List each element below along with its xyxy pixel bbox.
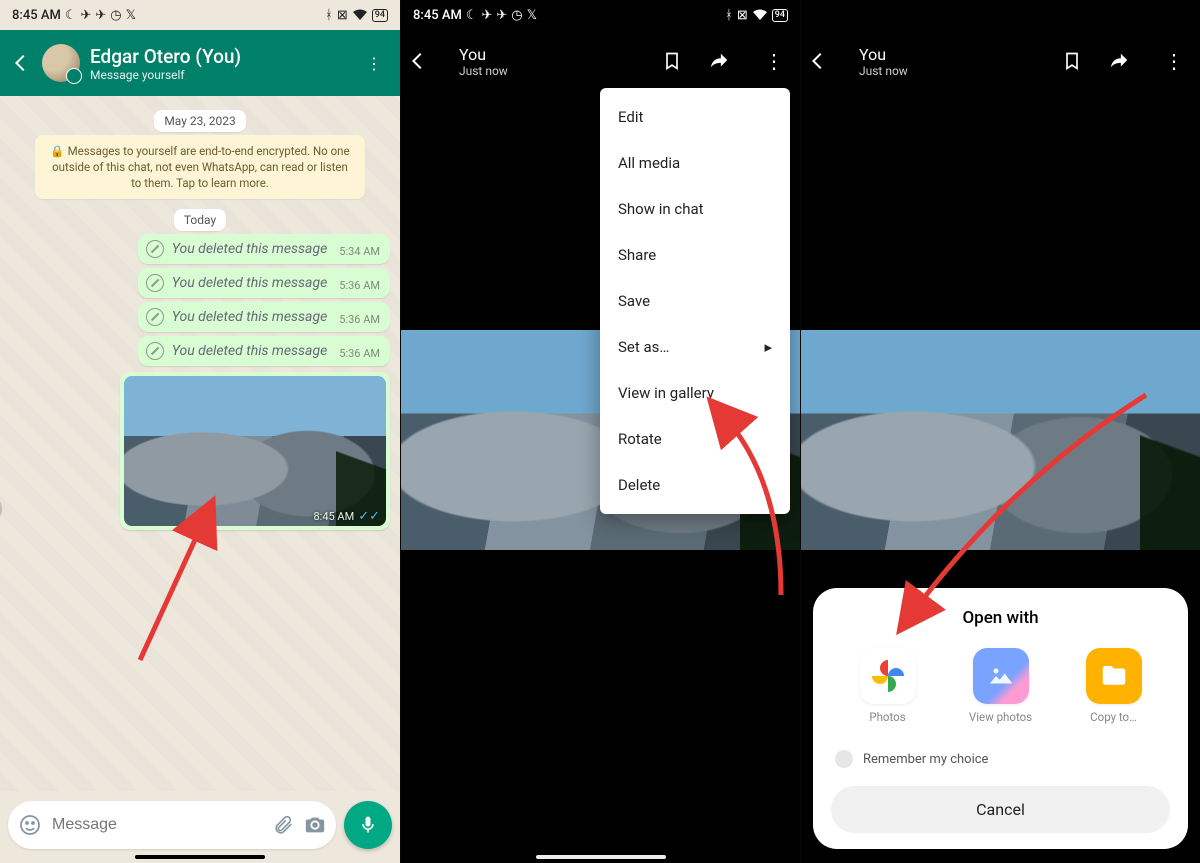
avatar[interactable] <box>42 44 80 82</box>
vibrate-icon: ✈︎ <box>80 8 91 23</box>
app-label: Photos <box>869 710 905 724</box>
blocked-icon <box>146 274 164 292</box>
app-label: Copy to… <box>1090 710 1137 724</box>
gallery-icon <box>973 648 1029 704</box>
telegram-icon: ✈ <box>95 8 106 23</box>
more-icon[interactable]: ⋮ <box>754 49 794 73</box>
back-icon[interactable] <box>807 50 847 72</box>
media-title: You <box>859 45 1056 64</box>
app-view-photos[interactable]: View photos <box>961 648 1041 724</box>
more-icon[interactable]: ⋮ <box>358 46 390 81</box>
deleted-message[interactable]: You deleted this message5:34 AM <box>138 234 390 264</box>
media-header: You Just now ⋮ <box>401 30 800 92</box>
blocked-icon <box>146 240 164 258</box>
remember-label: Remember my choice <box>863 752 988 767</box>
folder-icon <box>1086 648 1142 704</box>
wifi-icon <box>352 9 368 21</box>
chat-header: Edgar Otero (You) Message yourself ⋮ <box>0 30 400 96</box>
deleted-message[interactable]: You deleted this message5:36 AM <box>138 302 390 332</box>
telegram-icon: ✈ <box>496 8 507 23</box>
forward-icon[interactable] <box>1108 50 1148 72</box>
forward-icon[interactable] <box>0 494 2 524</box>
statusbar: 8:45 AM ☾ ✈︎ ✈ ◷ 𝕏 ᚼ ⊠ 94 <box>0 0 400 30</box>
camera-icon[interactable] <box>304 814 326 836</box>
forward-icon[interactable] <box>708 50 748 72</box>
message-input-container <box>8 801 336 849</box>
panel-open-with-sheet: You Just now ⋮ Open with Photos View pho… <box>800 0 1200 863</box>
deleted-message[interactable]: You deleted this message5:36 AM <box>138 268 390 298</box>
panel-media-viewer-menu: 8:45 AM ☾ ✈︎ ✈ ◷ 𝕏 ᚼ ⊠ 94 You Just now ⋮… <box>400 0 800 863</box>
app-google-photos[interactable]: Photos <box>848 648 928 724</box>
date-chip: Today <box>174 209 226 231</box>
menu-edit[interactable]: Edit <box>600 94 790 140</box>
context-menu: Edit All media Show in chat Share Save S… <box>600 88 790 514</box>
menu-rotate[interactable]: Rotate <box>600 416 790 462</box>
bluetooth-icon: ᚼ <box>725 8 733 23</box>
more-icon[interactable]: ⋮ <box>1154 49 1194 73</box>
menu-save[interactable]: Save <box>600 278 790 324</box>
statusbar: 8:45 AM ☾ ✈︎ ✈ ◷ 𝕏 ᚼ ⊠ 94 <box>401 0 800 30</box>
mic-button[interactable] <box>344 801 392 849</box>
mountain-photo[interactable] <box>801 330 1200 550</box>
menu-delete[interactable]: Delete <box>600 462 790 508</box>
bookmark-icon[interactable] <box>662 51 702 71</box>
media-subtitle: Just now <box>859 64 1056 78</box>
battery-icon: 94 <box>372 9 388 22</box>
wifi-icon <box>752 9 768 21</box>
message-input[interactable] <box>52 816 262 834</box>
status-time: 8:45 AM <box>12 8 61 23</box>
encryption-notice[interactable]: 🔒 Messages to yourself are end-to-end en… <box>35 135 365 199</box>
media-title: You <box>459 45 656 64</box>
image-time: 8:45 AM <box>313 510 354 523</box>
blocked-icon <box>146 342 164 360</box>
vibrate-icon: ✈︎ <box>481 8 492 23</box>
chat-subtitle: Message yourself <box>90 68 348 82</box>
chat-body[interactable]: May 23, 2023 🔒 Messages to yourself are … <box>0 96 400 791</box>
read-ticks-icon: ✓✓ <box>358 509 380 524</box>
date-chip: May 23, 2023 <box>154 110 245 132</box>
panel-whatsapp-chat: 8:45 AM ☾ ✈︎ ✈ ◷ 𝕏 ᚼ ⊠ 94 Edgar Otero (Y… <box>0 0 400 863</box>
menu-show-in-chat[interactable]: Show in chat <box>600 186 790 232</box>
bluetooth-icon: ᚼ <box>325 8 333 23</box>
back-icon[interactable] <box>407 50 447 72</box>
no-sim-icon: ⊠ <box>737 8 748 23</box>
status-icon: ◷ <box>110 8 121 23</box>
menu-set-as[interactable]: Set as…▸ <box>600 324 790 370</box>
input-bar <box>8 801 392 849</box>
nav-home-indicator <box>936 855 1066 859</box>
menu-share[interactable]: Share <box>600 232 790 278</box>
chevron-right-icon: ▸ <box>764 338 772 356</box>
x-icon: 𝕏 <box>126 8 136 23</box>
app-label: View photos <box>969 710 1032 724</box>
menu-all-media[interactable]: All media <box>600 140 790 186</box>
media-subtitle: Just now <box>459 64 656 78</box>
attach-icon[interactable] <box>272 814 294 836</box>
image-message[interactable]: 8:45 AM ✓✓ <box>120 372 390 530</box>
nav-home-indicator <box>536 855 666 859</box>
google-photos-icon <box>860 648 916 704</box>
moon-icon: ☾ <box>65 8 77 23</box>
menu-view-in-gallery[interactable]: View in gallery <box>600 370 790 416</box>
battery-icon: 94 <box>772 9 788 22</box>
open-with-sheet: Open with Photos View photos Copy to… <box>813 588 1188 849</box>
sheet-title: Open with <box>831 608 1170 628</box>
radio-icon[interactable] <box>835 750 853 768</box>
app-copy-to[interactable]: Copy to… <box>1074 648 1154 724</box>
blocked-icon <box>146 308 164 326</box>
mountain-photo[interactable] <box>124 376 386 526</box>
remember-choice[interactable]: Remember my choice <box>831 744 1170 786</box>
cancel-button[interactable]: Cancel <box>831 786 1170 833</box>
bookmark-icon[interactable] <box>1062 51 1102 71</box>
back-icon[interactable] <box>10 52 32 74</box>
moon-icon: ☾ <box>466 8 478 23</box>
chat-title[interactable]: Edgar Otero (You) <box>90 45 348 68</box>
no-sim-icon: ⊠ <box>337 8 348 23</box>
media-header: You Just now ⋮ <box>801 30 1200 92</box>
x-icon: 𝕏 <box>527 8 537 23</box>
status-time: 8:45 AM <box>413 8 462 23</box>
status-icon: ◷ <box>511 8 522 23</box>
nav-home-indicator <box>135 855 265 859</box>
emoji-icon[interactable] <box>18 813 42 837</box>
deleted-message[interactable]: You deleted this message5:36 AM <box>138 336 390 366</box>
